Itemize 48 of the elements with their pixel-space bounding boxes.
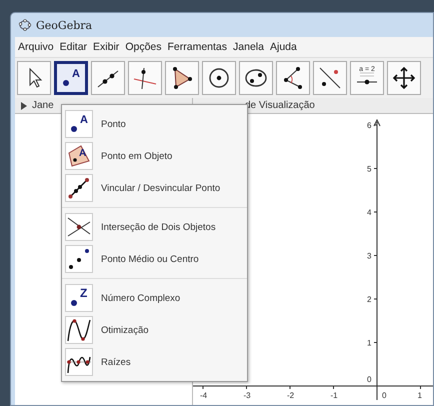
tick-label: -2 — [287, 391, 294, 400]
perpendicular-line-icon — [132, 65, 158, 91]
window-title: GeoGebra — [36, 18, 92, 32]
tool-button[interactable] — [17, 61, 51, 95]
tool-button[interactable] — [313, 61, 347, 95]
tick-label: 3 — [367, 252, 372, 260]
menu-option[interactable]: Interseção de Dois Objetos — [62, 211, 247, 243]
tick-label: -1 — [330, 391, 338, 400]
attached-point-icon — [66, 175, 92, 201]
menu-item[interactable]: Opções — [125, 41, 162, 53]
tick-label: -4 — [200, 391, 208, 400]
menu-item[interactable]: Janela — [233, 41, 264, 53]
tick-label: 1 — [367, 338, 372, 348]
tool-button[interactable] — [91, 61, 125, 95]
midpoint-icon — [66, 246, 92, 272]
menu-option[interactable]: Z Número Complexo — [62, 282, 247, 314]
menu-item[interactable]: Ajuda — [270, 41, 297, 53]
tool-button[interactable] — [165, 61, 199, 95]
tool-button[interactable] — [239, 61, 273, 95]
expand-triangle-icon[interactable] — [21, 102, 27, 110]
tick-label: 4 — [367, 208, 372, 217]
menu-item[interactable]: Arquivo — [18, 41, 54, 53]
tick-label: 0 — [382, 391, 386, 400]
point-on-shape-icon: A — [66, 143, 92, 169]
menu-item[interactable]: Editar — [60, 41, 88, 53]
tool-button[interactable] — [276, 61, 310, 95]
menu-item[interactable]: Ferramentas — [168, 41, 228, 53]
menu-option[interactable]: Raízes — [62, 346, 247, 378]
menu-option[interactable]: Vincular / Desvincular Ponto — [62, 172, 247, 204]
tick-label: -3 — [244, 391, 251, 400]
menu-item[interactable]: Exibir — [93, 41, 120, 53]
tool-button[interactable] — [202, 61, 236, 95]
extremum-curve-icon — [66, 317, 92, 343]
tool-button[interactable] — [387, 61, 421, 95]
menu-option[interactable]: Otimização — [62, 314, 247, 346]
panel-title: Jane — [32, 100, 54, 111]
menu-option[interactable]: A Ponto em Objeto — [62, 140, 247, 172]
menu-option[interactable]: A Ponto — [62, 108, 247, 140]
menu-option[interactable]: Ponto Médio ou Centro — [62, 243, 247, 275]
move-arrows-icon — [391, 65, 417, 91]
tick-label: 2 — [367, 295, 372, 304]
tick-label: 1 — [418, 391, 422, 400]
reflection-icon — [317, 65, 343, 91]
app-logo-icon — [19, 19, 31, 31]
tick-label: 5 — [367, 164, 372, 174]
tick-label: 0 — [367, 375, 372, 384]
tick-label: 6 — [367, 121, 372, 130]
tool-button[interactable] — [128, 61, 162, 95]
